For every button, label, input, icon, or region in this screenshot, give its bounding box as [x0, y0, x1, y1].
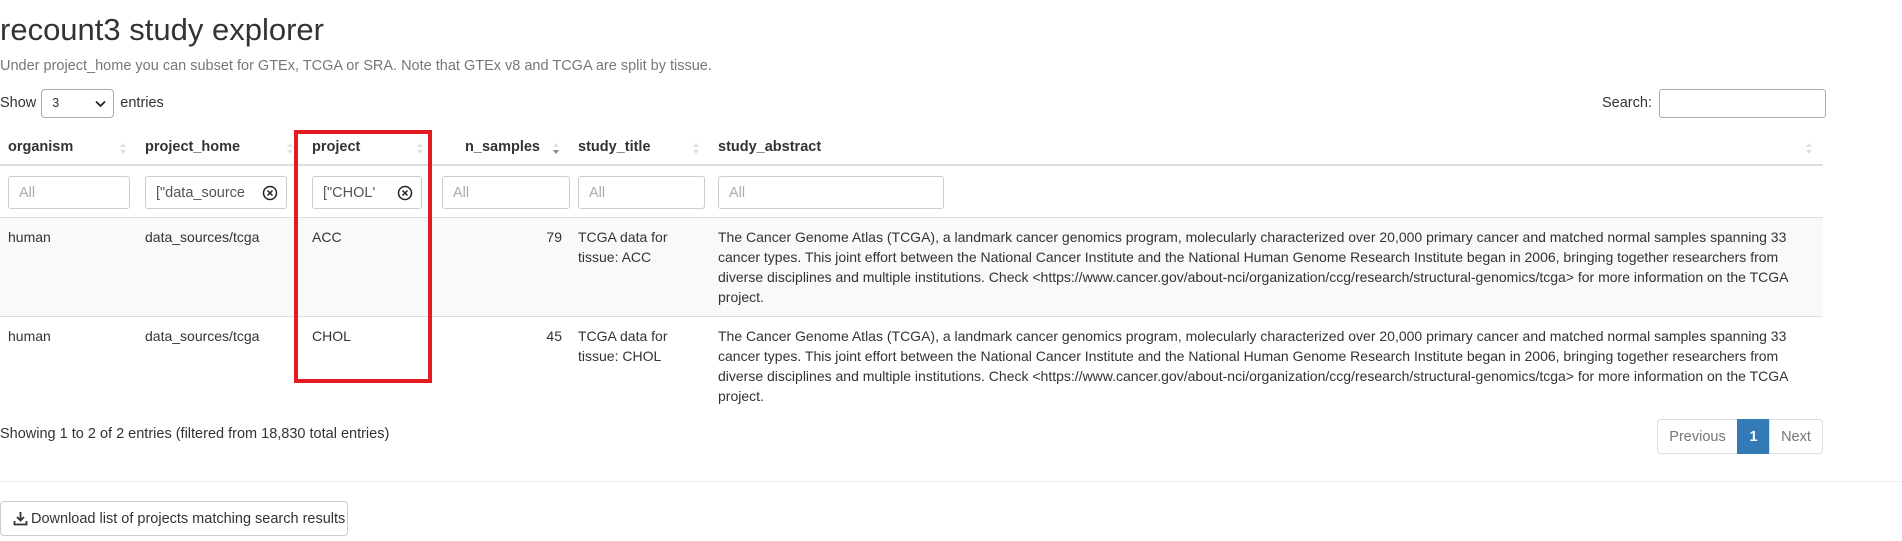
- filter-row: All ["data_source ["CHOL' All All All: [0, 165, 1823, 217]
- search-label: Search:: [1602, 95, 1652, 111]
- entries-label: entries: [120, 95, 164, 111]
- cell-n-samples: 79: [434, 216, 570, 316]
- cell-study-title: TCGA data for tissue: ACC: [570, 216, 710, 316]
- entries-select-value: 3: [52, 96, 60, 110]
- table-row[interactable]: human data_sources/tcga ACC 79 TCGA data…: [0, 216, 1823, 316]
- column-header-organism[interactable]: organism: [0, 130, 137, 166]
- cell-n-samples: 45: [434, 315, 570, 415]
- cell-study-abstract: The Cancer Genome Atlas (TCGA), a landma…: [710, 216, 1823, 316]
- filter-input-project[interactable]: ["CHOL': [312, 176, 422, 209]
- previous-button[interactable]: Previous: [1657, 419, 1738, 454]
- filter-input-study-title[interactable]: All: [578, 176, 705, 209]
- column-header-n-samples[interactable]: n_samples: [434, 130, 570, 166]
- cell-project: ACC: [304, 216, 434, 316]
- entries-select[interactable]: 3: [41, 88, 115, 118]
- column-header-study-abstract[interactable]: study_abstract: [710, 130, 1823, 166]
- cell-study-abstract: The Cancer Genome Atlas (TCGA), a landma…: [710, 315, 1823, 415]
- length-control: Show 3 entries: [0, 88, 164, 118]
- table-row[interactable]: human data_sources/tcga CHOL 45 TCGA dat…: [0, 315, 1823, 415]
- next-button[interactable]: Next: [1769, 419, 1823, 454]
- sort-icon: [287, 143, 293, 154]
- column-header-project[interactable]: project: [304, 130, 434, 166]
- header-row: organism project_home project n_samples …: [0, 130, 1823, 166]
- sort-icon: [120, 143, 126, 154]
- column-header-study-title[interactable]: study_title: [570, 130, 710, 166]
- download-label: Download list of projects matching searc…: [31, 510, 346, 527]
- filter-value: ["data_source: [156, 184, 245, 201]
- cell-organism: human: [0, 315, 137, 415]
- sort-desc-icon: [553, 143, 559, 154]
- page-title: recount3 study explorer: [0, 12, 324, 47]
- pagination: Previous 1 Next: [1657, 419, 1823, 454]
- clear-icon[interactable]: [397, 185, 413, 201]
- filter-input-n-samples[interactable]: All: [442, 176, 570, 209]
- show-label: Show: [0, 95, 37, 111]
- column-header-project-home[interactable]: project_home: [137, 130, 304, 166]
- sort-icon: [1806, 143, 1812, 154]
- filter-input-study-abstract[interactable]: All: [718, 176, 944, 209]
- download-button[interactable]: Download list of projects matching searc…: [0, 501, 348, 536]
- cell-organism: human: [0, 216, 137, 316]
- cell-project-home: data_sources/tcga: [137, 315, 304, 415]
- cell-project-home: data_sources/tcga: [137, 216, 304, 316]
- chevron-down-icon: [95, 100, 106, 107]
- search-control: Search:: [1602, 88, 1826, 118]
- download-icon: [13, 512, 28, 526]
- filter-input-organism[interactable]: All: [8, 176, 130, 209]
- page-1-button[interactable]: 1: [1737, 419, 1770, 454]
- results-table: organism project_home project n_samples …: [0, 130, 1823, 415]
- filter-input-project-home[interactable]: ["data_source: [145, 176, 287, 209]
- sort-icon: [417, 143, 423, 154]
- cell-study-title: TCGA data for tissue: CHOL: [570, 315, 710, 415]
- filter-value: ["CHOL': [323, 184, 376, 201]
- table-info: Showing 1 to 2 of 2 entries (filtered fr…: [0, 426, 390, 442]
- divider: [0, 481, 1902, 482]
- search-input[interactable]: [1658, 88, 1826, 118]
- clear-icon[interactable]: [262, 185, 278, 201]
- cell-project: CHOL: [304, 315, 434, 415]
- sort-icon: [693, 143, 699, 154]
- page-subtitle: Under project_home you can subset for GT…: [0, 58, 712, 74]
